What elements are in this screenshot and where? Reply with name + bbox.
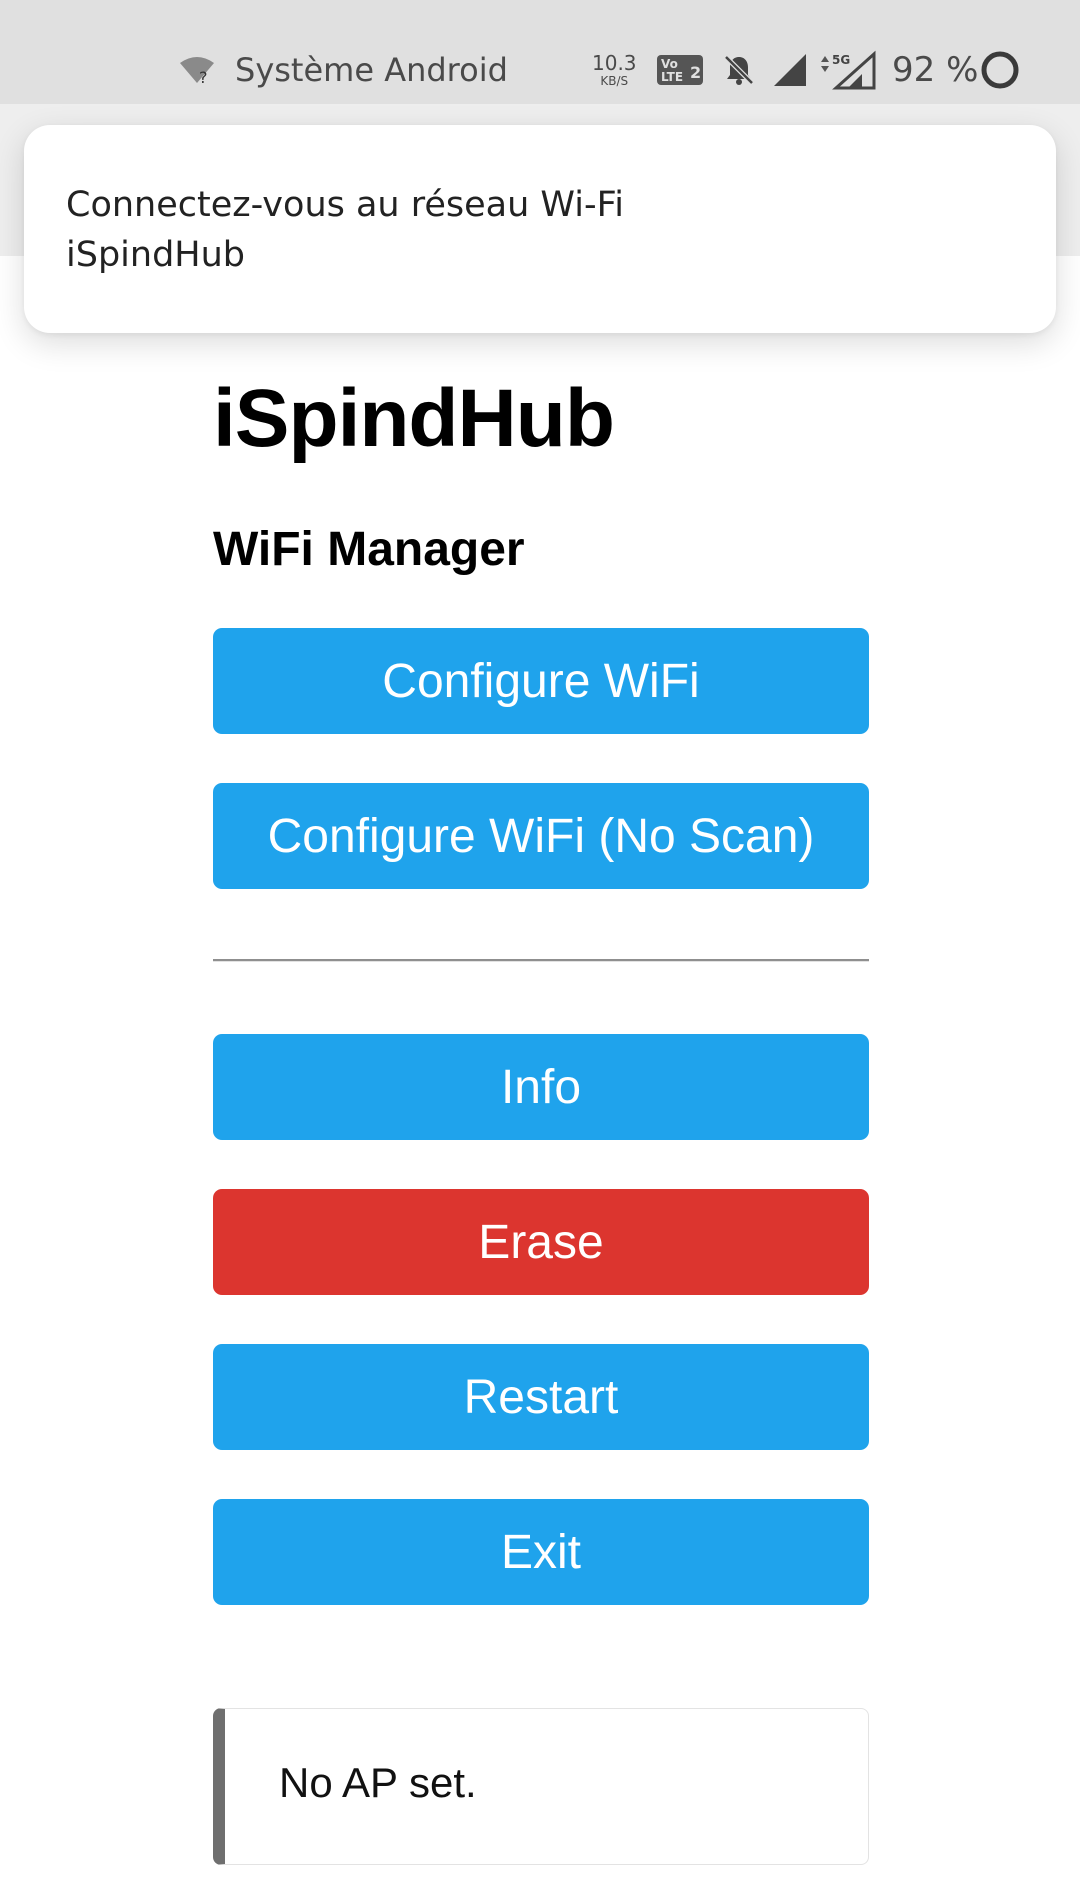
- page-title: iSpindHub: [213, 373, 615, 464]
- svg-text:LTE: LTE: [661, 70, 683, 84]
- info-button[interactable]: Info: [213, 1034, 869, 1140]
- restart-button[interactable]: Restart: [213, 1344, 869, 1450]
- section-title: WiFi Manager: [213, 523, 525, 576]
- status-message: No AP set.: [279, 1759, 477, 1806]
- status-bar: ? Système Android 10.3 KB/S Vo LTE 2 5G …: [0, 0, 1080, 104]
- exit-button[interactable]: Exit: [213, 1499, 869, 1605]
- network-speed-unit: KB/S: [600, 74, 629, 88]
- svg-text:5G: 5G: [832, 53, 850, 67]
- notification-title: Connectez-vous au réseau Wi-Fi: [66, 185, 624, 225]
- divider: [213, 959, 869, 962]
- svg-text:?: ?: [199, 68, 208, 85]
- svg-text:Vo: Vo: [661, 57, 678, 71]
- notification-body: iSpindHub: [66, 235, 245, 275]
- erase-button[interactable]: Erase: [213, 1189, 869, 1295]
- wifi-signin-notification[interactable]: Connectez-vous au réseau Wi-Fi iSpindHub: [24, 125, 1056, 333]
- configure-wifi-noscan-button[interactable]: Configure WiFi (No Scan): [213, 783, 869, 889]
- network-speed-value: 10.3: [592, 51, 637, 75]
- svg-text:2: 2: [690, 63, 701, 82]
- status-message-box: No AP set.: [213, 1708, 869, 1865]
- configure-wifi-button[interactable]: Configure WiFi: [213, 628, 869, 734]
